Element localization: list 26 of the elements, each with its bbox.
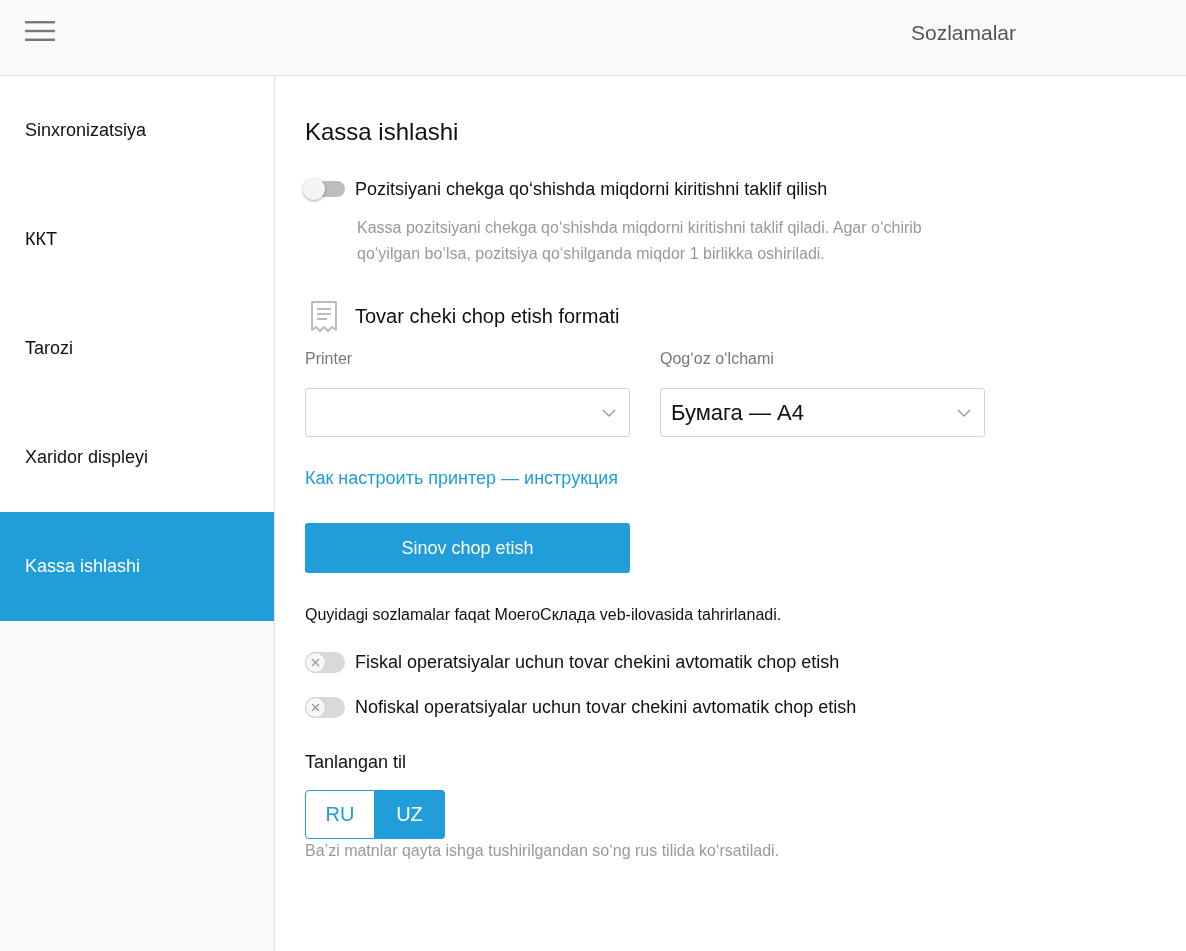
sidebar-item[interactable]: ККТ [0, 185, 274, 294]
chevron-down-icon [602, 408, 616, 417]
cross-icon [311, 657, 320, 667]
sidebar-item[interactable]: Sinxronizatsiya [0, 76, 274, 185]
section-heading: Tovar cheki chop etish formati [355, 304, 620, 329]
toggle-label: Fiskal operatsiyalar uchun tovar chekini avtomatik chop etish [355, 651, 840, 674]
section-title: Kassa ishlashi [305, 118, 459, 146]
info-note: Quyidagi sozlamalar faqat МоегоСклада veb-ilovasida tahrirlanadi. [305, 605, 782, 625]
cross-icon [311, 702, 320, 712]
field-label: Qog‘oz o‘lchami [660, 349, 774, 369]
chevron-down-icon [957, 408, 971, 417]
language-label: Tanlangan til [305, 751, 407, 773]
toggle-switch[interactable] [303, 177, 345, 201]
page-title: Sozlamalar [910, 21, 1016, 45]
receipt-icon [310, 300, 338, 332]
toggle-label: Nofiskal operatsiyalar uchun tovar chekini avtomatik chop etish [355, 696, 857, 719]
toggle-description: Kassa pozitsiyani chekga qo‘shishda miqdorni kiritishni taklif qiladi. Agar o‘chirib qo‘yilgan bo‘lsa, pozitsiya qo‘shilganda miqdor 1 birlikka oshiriladi. [357, 218, 923, 264]
sidebar-item[interactable]: Tarozi [0, 294, 274, 403]
select-field[interactable]: Бумага — А4 [660, 388, 985, 437]
language-hint: Ba’zi matnlar qayta ishga tushirilgandan so‘ng rus tilida ko‘rsatiladi. [305, 841, 780, 861]
sidebar-item[interactable]: Xaridor displeyi [0, 403, 274, 512]
toggle-label: Pozitsiyani chekga qo‘shishda miqdorni kiritishni taklif qilish [355, 178, 828, 201]
field-label: Printer [305, 349, 353, 369]
menu-icon[interactable] [25, 21, 55, 41]
select-value: Бумага — А4 [671, 399, 804, 426]
select-field[interactable] [305, 388, 630, 437]
